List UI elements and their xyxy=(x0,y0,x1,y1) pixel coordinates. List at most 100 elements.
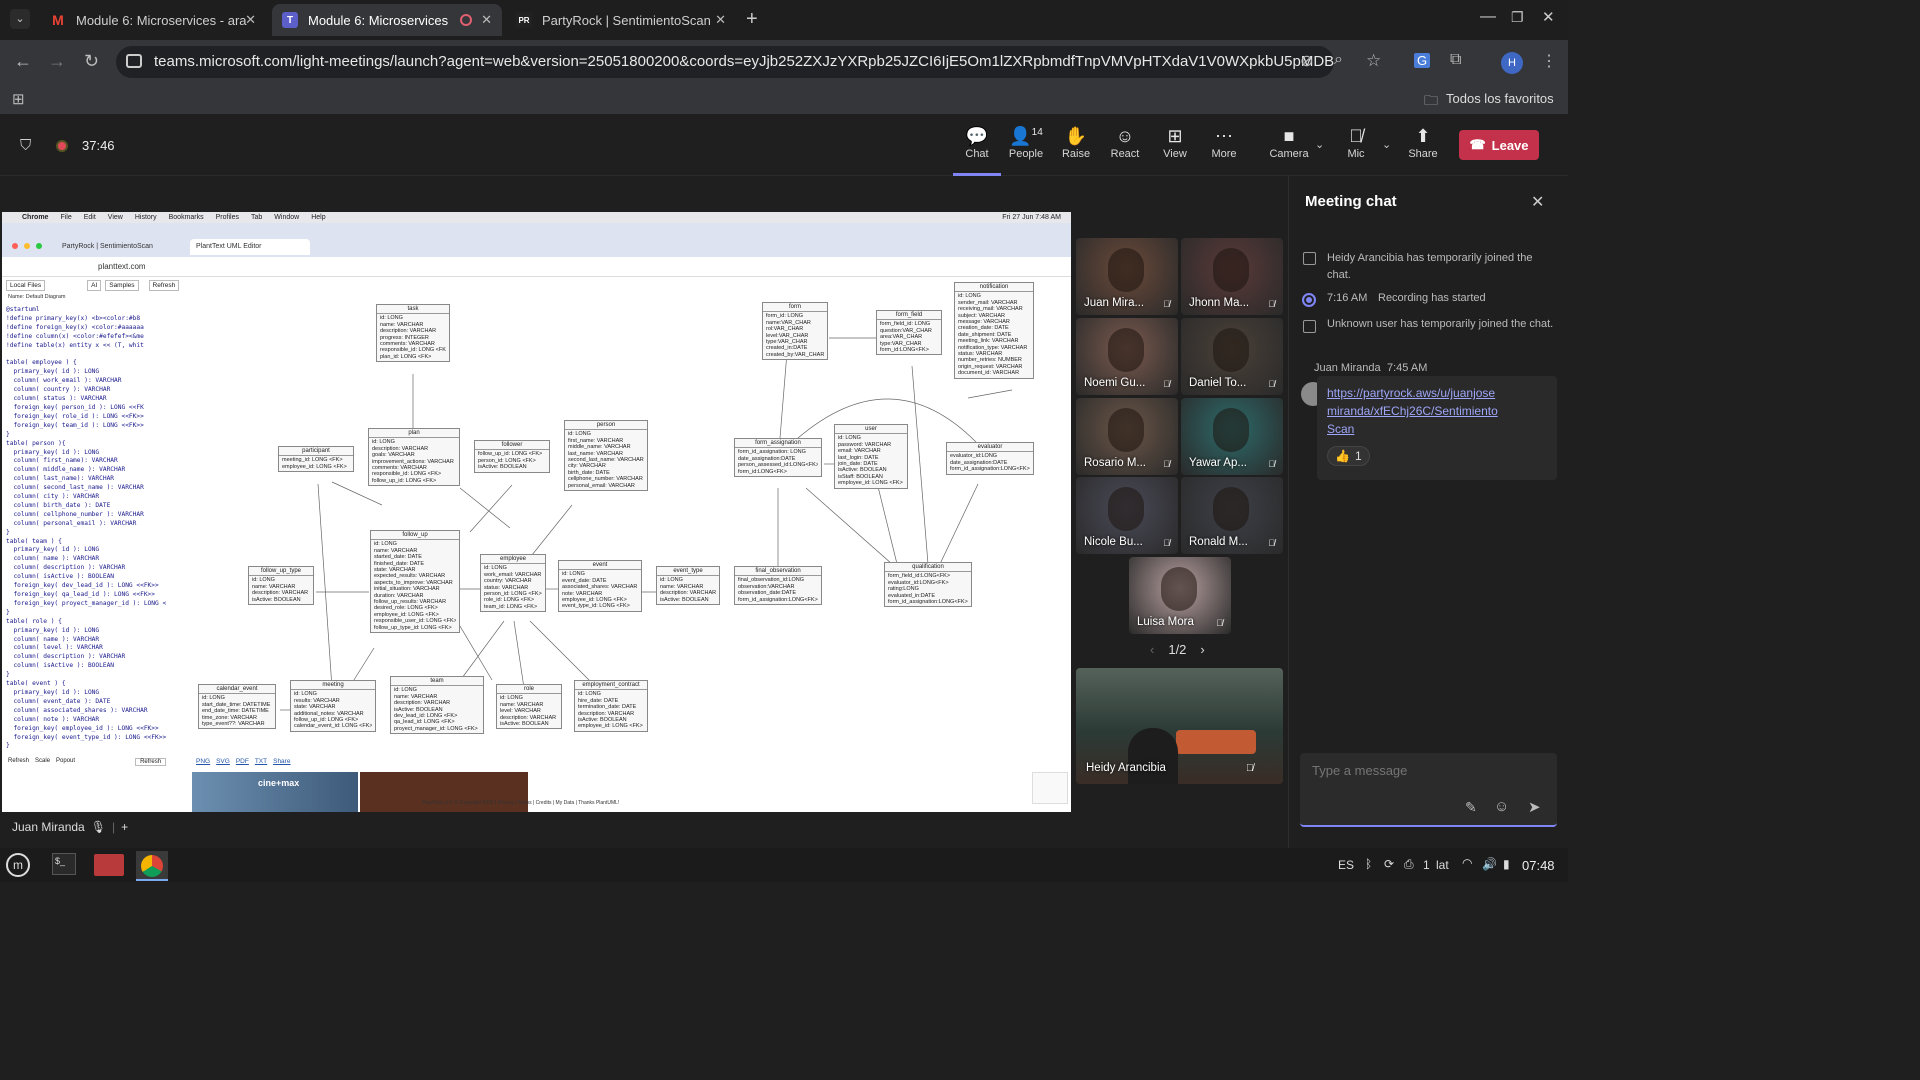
chat-title: Meeting chat xyxy=(1305,193,1397,210)
all-favorites-link[interactable]: Todos los favoritos xyxy=(1446,91,1554,106)
message-input[interactable] xyxy=(1312,763,1542,778)
prev-page-icon[interactable]: ‹ xyxy=(1150,642,1154,657)
close-window-button[interactable]: ✕ xyxy=(1542,8,1555,26)
tab-search-icon[interactable]: ⌄ xyxy=(10,9,30,29)
chat-button[interactable]: 💬 Chat xyxy=(953,126,1001,176)
participant-name: Noemi Gu... xyxy=(1084,377,1146,389)
participant-name: Luisa Mora xyxy=(1137,616,1194,628)
mic-options-chevron-icon[interactable]: ⌄ xyxy=(1382,138,1391,151)
close-tab-icon[interactable]: ✕ xyxy=(245,12,256,28)
view-button[interactable]: ⊞ View xyxy=(1151,126,1199,160)
format-icon[interactable]: ✎ xyxy=(1465,799,1477,816)
entity-header: user xyxy=(835,426,907,435)
samples-button: Samples xyxy=(105,280,139,291)
reload-icon[interactable]: ↻ xyxy=(84,51,99,72)
linux-mint-menu-icon[interactable]: m xyxy=(6,853,30,877)
bluetooth-icon[interactable]: ᛒ xyxy=(1365,857,1372,871)
people-button[interactable]: 👤14 People xyxy=(1002,126,1050,160)
url-field[interactable]: teams.microsoft.com/light-meetings/launc… xyxy=(116,46,1334,78)
mic-button[interactable]: 🎙̸ Mic xyxy=(1332,126,1380,160)
add-icon[interactable]: + xyxy=(121,820,128,834)
entity-form: form form_id: LONG name:VAR_CHAR rol:VAR_CH… xyxy=(762,302,828,361)
close-tab-icon[interactable]: ✕ xyxy=(715,12,726,28)
share-button[interactable]: ⬆ Share xyxy=(1399,126,1447,160)
printer-icon[interactable]: ⎙ xyxy=(1404,857,1414,872)
participant-tile[interactable]: Noemi Gu... 🎙̸ xyxy=(1076,318,1178,395)
entity-header: meeting xyxy=(291,682,375,691)
participant-tile[interactable]: Yawar Ap... 🎙̸ xyxy=(1181,398,1283,475)
person-silhouette xyxy=(1213,487,1249,531)
react-button[interactable]: ☺ React xyxy=(1101,126,1149,160)
participant-tile[interactable]: Juan Mira... 🎙̸ xyxy=(1076,238,1178,315)
participant-tile[interactable]: Jhonn Ma... 🎙̸ xyxy=(1181,238,1283,315)
entity-qualification: qualification form_field_id:LONG<FK> evalu… xyxy=(884,562,972,608)
profile-avatar[interactable]: H xyxy=(1501,52,1523,74)
partyrock-icon: PR xyxy=(516,12,532,28)
participant-tile[interactable]: Luisa Mora 🎙̸ xyxy=(1129,557,1231,634)
participant-tile[interactable]: Rosario M... 🎙̸ xyxy=(1076,398,1178,475)
input-method[interactable]: lat xyxy=(1436,858,1449,872)
participant-tile[interactable]: Nicole Bu... 🎙̸ xyxy=(1076,477,1178,554)
more-icon: ⋯ xyxy=(1215,126,1233,146)
reaction-chip[interactable]: 👍 1 xyxy=(1327,446,1370,466)
back-icon[interactable]: ← xyxy=(14,51,32,72)
participant-tile[interactable]: Daniel To... 🎙̸ xyxy=(1181,318,1283,395)
close-chat-icon[interactable]: ✕ xyxy=(1531,192,1544,212)
files-folder-icon[interactable] xyxy=(94,854,124,876)
entity-header: evaluator xyxy=(947,444,1033,453)
recording-icon xyxy=(1302,293,1316,307)
tab-gmail[interactable]: M Module 6: Microservices - ara ✕ xyxy=(40,4,266,36)
chrome-taskbar-icon[interactable] xyxy=(136,851,168,881)
camera-button[interactable]: ■ Camera xyxy=(1265,126,1313,160)
emoji-icon[interactable]: ☺ xyxy=(1494,798,1509,815)
mac-zoom-dot xyxy=(36,243,42,249)
entity-final-observation: final_observation final_observation_id:LO… xyxy=(734,566,822,606)
camera-blocked-icon[interactable]: ⊘ xyxy=(1300,51,1313,71)
battery-icon[interactable]: ▮ xyxy=(1503,857,1510,871)
join-event-icon xyxy=(1303,252,1316,265)
camera-options-chevron-icon[interactable]: ⌄ xyxy=(1315,138,1324,151)
send-icon[interactable]: ➤ xyxy=(1528,798,1541,816)
featured-participant-tile[interactable]: Heidy Arancibia 🎙̸ xyxy=(1076,668,1283,784)
export-svg-link: SVG xyxy=(216,758,230,765)
entity-field: personal_email: VARCHAR xyxy=(568,482,635,489)
raise-hand-button[interactable]: ✋ Raise xyxy=(1052,126,1100,160)
participant-tile[interactable]: Ronald M... 🎙̸ xyxy=(1181,477,1283,554)
local-files-button: Local Files xyxy=(6,280,46,291)
zoom-icon[interactable]: ⌕ xyxy=(1334,51,1343,69)
participant-name: Juan Mira... xyxy=(1084,297,1145,309)
site-info-icon[interactable] xyxy=(126,54,142,68)
more-button[interactable]: ⋯ More xyxy=(1200,126,1248,160)
translate-icon[interactable]: G xyxy=(1414,53,1431,68)
forward-icon[interactable]: → xyxy=(48,51,66,72)
person-silhouette xyxy=(1213,248,1249,292)
leave-button[interactable]: ☎ Leave xyxy=(1459,130,1539,160)
extensions-icon[interactable]: ⧉ xyxy=(1450,51,1461,69)
browser-menu-icon[interactable]: ⋮ xyxy=(1541,51,1557,71)
mac-menu-item: Edit xyxy=(83,214,96,221)
mic-muted-icon: 🎙̸ xyxy=(1163,459,1170,469)
volume-icon[interactable]: 🔊 xyxy=(1482,857,1497,871)
presenter-label: Juan Miranda 🎙 | + xyxy=(12,820,129,834)
tab-partyrock[interactable]: PR PartyRock | SentimientoScan ✕ xyxy=(506,4,736,36)
tab-label: Module 6: Microservices xyxy=(308,12,449,28)
participant-name: Ronald M... xyxy=(1189,536,1248,548)
wifi-icon[interactable]: ◠ xyxy=(1462,856,1472,870)
option-popout: Popout xyxy=(56,758,76,764)
entity-field: created_by:VAR_CHAR xyxy=(766,351,824,358)
sync-icon[interactable]: ⟳ xyxy=(1384,857,1394,871)
tab-teams[interactable]: T Module 6: Microservices ✕ xyxy=(272,4,502,36)
new-tab-button[interactable]: + xyxy=(746,8,758,31)
entity-field: role_id: LONG <FK> xyxy=(484,597,535,604)
close-tab-icon[interactable]: ✕ xyxy=(481,12,492,28)
apps-grid-icon[interactable]: ⊞ xyxy=(12,90,25,108)
next-page-icon[interactable]: › xyxy=(1200,642,1204,657)
maximize-button[interactable]: ❐ xyxy=(1511,9,1524,26)
message-link[interactable]: https://partyrock.aws/u/juanjosemiranda/… xyxy=(1327,384,1499,438)
bookmark-star-icon[interactable]: ☆ xyxy=(1366,51,1381,71)
keyboard-layout[interactable]: ES xyxy=(1338,858,1354,872)
minimize-button[interactable]: — xyxy=(1480,8,1496,26)
compose-box[interactable]: ✎ ☺ ➤ xyxy=(1300,753,1557,827)
terminal-icon[interactable]: $_ xyxy=(52,853,76,875)
entity-field: meeting_id: LONG <FK> xyxy=(282,457,343,464)
